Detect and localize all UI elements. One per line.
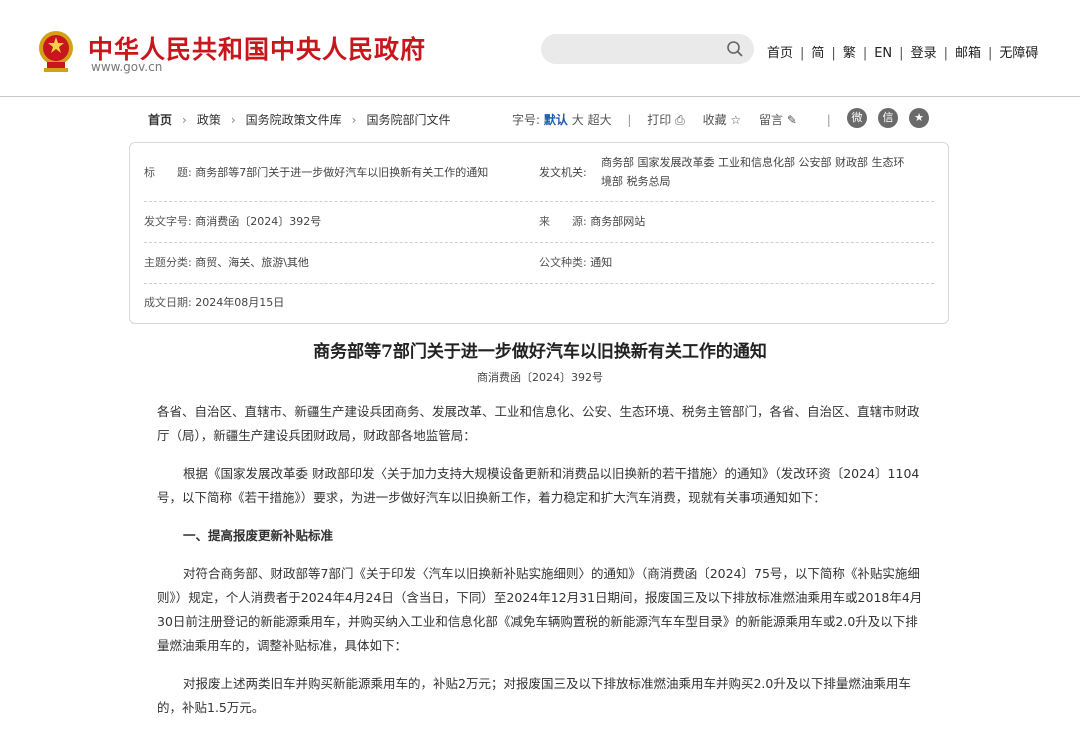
breadcrumb-policy-library[interactable]: 国务院政策文件库: [246, 113, 342, 127]
nav-simplified-link[interactable]: 简: [811, 46, 824, 61]
doc-type-value: 通知: [590, 256, 613, 269]
section-heading: 一、提高报废更新补贴标准: [183, 528, 334, 543]
font-size-label: 字号:: [512, 113, 541, 127]
font-large-button[interactable]: 大: [572, 113, 584, 127]
breadcrumb-home[interactable]: 首页: [148, 113, 172, 127]
search-input[interactable]: [541, 34, 754, 64]
issuer-value-line: 商务部 国家发展改革委 工业和信息化部 公安部 财政部 生态环: [601, 156, 905, 169]
site-header: 中华人民共和国中央人民政府 www.gov.cn 首页 | 简 | 繁 | EN | 登录 | 邮箱…: [0, 0, 1080, 97]
doc-type-label: 公文种类:: [539, 256, 587, 269]
docno-field: 发文字号: 商消费函〔2024〕392号: [144, 212, 321, 231]
chevron-right-icon: ›: [182, 113, 187, 127]
date-field: 成文日期: 2024年08月15日: [144, 293, 284, 312]
docno-value: 商消费函〔2024〕392号: [195, 215, 322, 228]
doc-type-field: 公文种类: 通知: [539, 253, 612, 272]
date-value: 2024年08月15日: [195, 296, 285, 309]
topic-label: 主题分类:: [144, 256, 192, 269]
pencil-icon: ✎: [786, 113, 797, 127]
nav-home-link[interactable]: 首页: [767, 46, 793, 61]
nav-divider: |: [800, 46, 805, 61]
document-info-table: 标 题: 商务部等7部门关于进一步做好汽车以旧换新有关工作的通知 发文机关: 商…: [129, 142, 949, 324]
info-row: 标 题: 商务部等7部门关于进一步做好汽车以旧换新有关工作的通知 发文机关: 商…: [144, 143, 934, 202]
source-label: 来 源:: [539, 215, 587, 228]
nav-mail-link[interactable]: 邮箱: [955, 46, 981, 61]
top-nav: 首页 | 简 | 繁 | EN | 登录 | 邮箱 | 无障碍: [767, 42, 1038, 61]
info-row: 主题分类: 商贸、海关、旅游\其他 公文种类: 通知: [144, 243, 934, 284]
title-field: 标 题: 商务部等7部门关于进一步做好汽车以旧换新有关工作的通知: [144, 163, 488, 182]
title-value: 商务部等7部门关于进一步做好汽车以旧换新有关工作的通知: [195, 166, 489, 179]
article-title: 商务部等7部门关于进一步做好汽车以旧换新有关工作的通知: [313, 342, 767, 362]
chevron-right-icon: ›: [351, 113, 357, 127]
comment-label: 留言: [759, 113, 784, 127]
breadcrumb-policy[interactable]: 政策: [197, 113, 221, 127]
breadcrumb-department-docs[interactable]: 国务院部门文件: [366, 113, 450, 127]
article-paragraph: 对符合商务部、财政部等7部门《关于印发〈汽车以旧换新补贴实施细则〉的通知》（商消…: [157, 566, 923, 653]
nav-divider: |: [987, 46, 993, 61]
nav-divider: |: [943, 46, 948, 61]
topic-value: 商贸、海关、旅游\其他: [195, 256, 309, 269]
article-paragraph: 根据《国家发展改革委 财政部印发〈关于加力支持大规模设备更新和消费品以旧换新的若…: [157, 466, 920, 505]
title-label: 标 题:: [144, 166, 192, 179]
nav-divider: |: [862, 46, 868, 61]
topic-field: 主题分类: 商贸、海关、旅游\其他: [144, 253, 309, 272]
site-url: www.gov.cn: [91, 60, 163, 74]
tools-divider: |: [826, 113, 831, 127]
font-default-button[interactable]: 默认: [544, 113, 568, 127]
comment-button[interactable]: 留言 ✎: [759, 113, 797, 127]
breadcrumb-bar: 首页 › 政策 › 国务院政策文件库 › 国务院部门文件 字号: 默认 大 超大 | 打印 …: [0, 108, 1080, 130]
issuer-value-line: 境部 税务总局: [601, 175, 671, 188]
favorite-label: 收藏: [702, 113, 727, 127]
font-xlarge-button[interactable]: 超大: [588, 113, 612, 127]
printer-icon: ⎙: [675, 113, 685, 127]
chevron-right-icon: ›: [230, 113, 236, 127]
issuer-value: 商务部 国家发展改革委 工业和信息化部 公安部 财政部 生态环 境部 税务总局: [601, 153, 941, 191]
tools-divider: |: [627, 113, 632, 127]
issuer-label: 发文机关:: [539, 166, 587, 179]
wechat-share-icon[interactable]: 信: [878, 108, 898, 128]
national-emblem-icon[interactable]: [36, 28, 76, 74]
nav-accessibility-link[interactable]: 无障碍: [999, 46, 1038, 61]
nav-divider: |: [831, 46, 836, 61]
info-row: 发文字号: 商消费函〔2024〕392号 来 源: 商务部网站: [144, 202, 934, 243]
star-share-icon[interactable]: ★: [909, 108, 929, 128]
docno-label: 发文字号:: [144, 215, 192, 228]
article-doc-number: 商消费函〔2024〕392号: [477, 371, 603, 384]
date-label: 成文日期:: [144, 296, 192, 309]
print-label: 打印: [647, 113, 672, 127]
nav-english-link[interactable]: EN: [874, 46, 892, 61]
search-icon[interactable]: [726, 40, 744, 58]
article-paragraph: 各省、自治区、直辖市、新疆生产建设兵团商务、发展改革、工业和信息化、公安、生态环…: [157, 404, 920, 443]
page-tools: 字号: 默认 大 超大 | 打印 ⎙ 收藏 ☆ 留言 ✎ |: [512, 111, 843, 128]
nav-divider: |: [899, 46, 904, 61]
weibo-share-icon[interactable]: 微: [847, 108, 867, 128]
source-field: 来 源: 商务部网站: [539, 212, 645, 231]
nav-login-link[interactable]: 登录: [911, 46, 937, 61]
article-body: 各省、自治区、直辖市、新疆生产建设兵团商务、发展改革、工业和信息化、公安、生态环…: [157, 400, 927, 734]
print-button[interactable]: 打印 ⎙: [647, 113, 684, 127]
source-value: 商务部网站: [590, 215, 646, 228]
breadcrumb: 首页 › 政策 › 国务院政策文件库 › 国务院部门文件: [148, 111, 451, 128]
star-outline-icon: ☆: [730, 113, 742, 127]
info-row: 成文日期: 2024年08月15日: [144, 284, 934, 322]
nav-traditional-link[interactable]: 繁: [843, 46, 856, 61]
favorite-button[interactable]: 收藏 ☆: [703, 113, 742, 127]
article-paragraph: 对报废上述两类旧车并购买新能源乘用车的，补贴2万元；对报废国三及以下排放标准燃油…: [157, 676, 911, 715]
